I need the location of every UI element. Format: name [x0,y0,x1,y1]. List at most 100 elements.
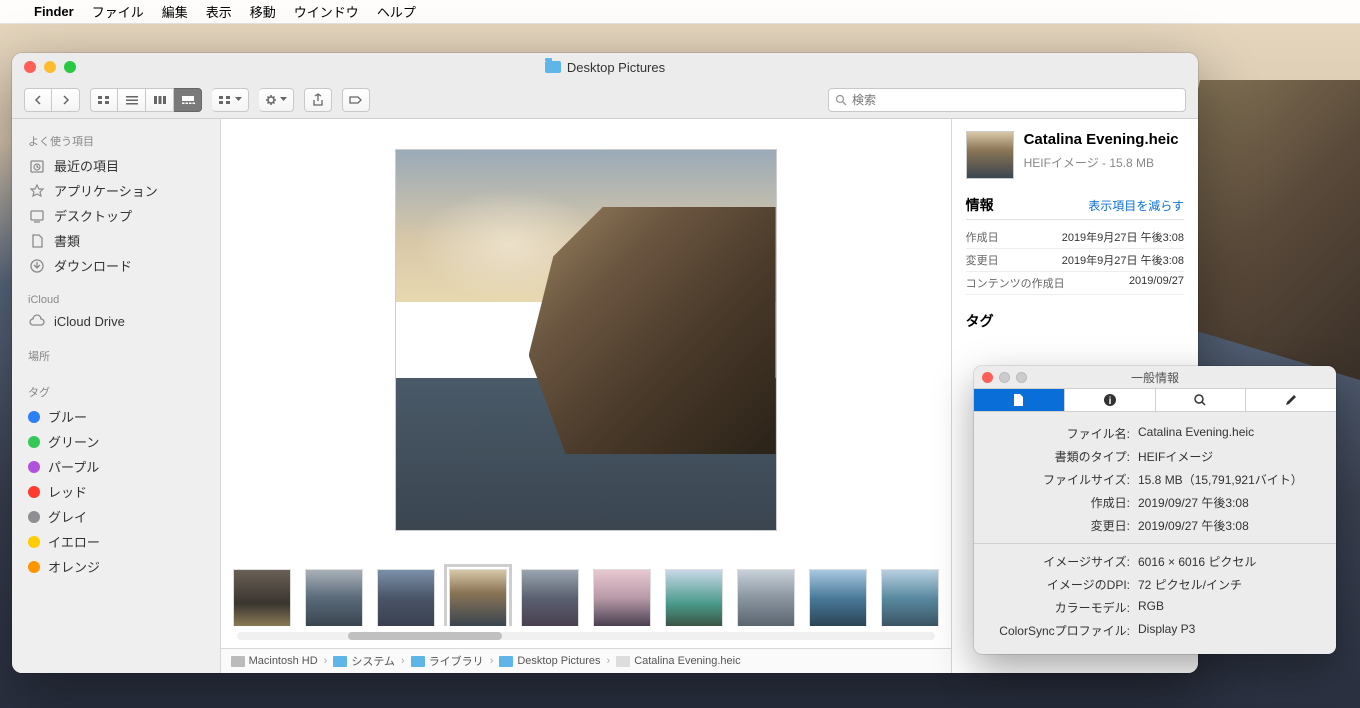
toolbar [12,81,1198,119]
share-button[interactable] [304,88,332,112]
sidebar-item-applications[interactable]: アプリケーション [12,178,220,203]
close-button[interactable] [982,372,993,383]
sidebar-tag-purple[interactable]: パープル [12,454,220,479]
apps-icon [28,183,46,199]
inspector-row: ファイル名:Catalina Evening.heic [988,422,1322,445]
info-icon: i [1103,393,1117,407]
zoom-button[interactable] [64,61,76,73]
sidebar-tag-gray[interactable]: グレイ [12,504,220,529]
svg-text:i: i [1108,396,1111,407]
inspector-row: イメージのDPI:72 ピクセル/インチ [988,573,1322,596]
path-segment[interactable]: システム [351,653,395,669]
menu-window[interactable]: ウインドウ [294,2,359,21]
menu-view[interactable]: 表示 [206,2,232,21]
info-thumbnail [966,131,1014,179]
thumbnail-selected[interactable] [449,569,507,626]
inspector-row: イメージサイズ:6016 × 6016 ピクセル [988,550,1322,573]
thumbnail[interactable] [305,569,363,626]
info-filename: Catalina Evening.heic [1024,131,1179,150]
thumbnail[interactable] [737,569,795,626]
folder-icon [411,656,425,667]
inspector-row: ColorSyncプロファイル:Display P3 [988,619,1322,642]
sidebar-tag-red[interactable]: レッド [12,479,220,504]
thumbnail[interactable] [881,569,939,626]
show-less-link[interactable]: 表示項目を減らす [1088,197,1184,214]
info-section-header: 情報 [966,195,994,215]
minimize-button[interactable] [999,372,1010,383]
view-columns-button[interactable] [146,88,174,112]
menu-help[interactable]: ヘルプ [377,2,416,21]
arrange-button[interactable] [212,88,249,112]
folder-icon [333,656,347,667]
clock-icon [28,158,46,174]
menubar: Finder ファイル 編集 表示 移動 ウインドウ ヘルプ [0,0,1360,24]
view-list-button[interactable] [118,88,146,112]
info-subtitle: HEIFイメージ - 15.8 MB [1024,154,1179,171]
search-icon [1193,393,1207,407]
tag-dot-icon [28,511,40,523]
thumbnail[interactable] [233,569,291,626]
menu-edit[interactable]: 編集 [162,2,188,21]
back-button[interactable] [24,88,52,112]
tags-button[interactable] [342,88,370,112]
inspector-row: 作成日:2019/09/27 午後3:08 [988,491,1322,514]
thumbnail-strip[interactable] [221,561,951,626]
thumbnail[interactable] [809,569,867,626]
sidebar-tag-blue[interactable]: ブルー [12,404,220,429]
path-segment[interactable]: Macintosh HD [249,655,318,667]
sidebar-item-documents[interactable]: 書類 [12,228,220,253]
inspector-window: 一般情報 i ファイル名:Catalina Evening.heic 書類のタイ… [974,366,1336,654]
minimize-button[interactable] [44,61,56,73]
forward-button[interactable] [52,88,80,112]
folder-icon [499,656,513,667]
sidebar-item-icloud-drive[interactable]: iCloud Drive [12,310,220,332]
doc-icon [28,233,46,249]
inspector-titlebar[interactable]: 一般情報 [974,366,1336,388]
sidebar-item-recents[interactable]: 最近の項目 [12,153,220,178]
close-button[interactable] [24,61,36,73]
info-row: 作成日2019年9月27日 午後3:08 [966,226,1184,249]
pathbar: Macintosh HD› システム› ライブラリ› Desktop Pictu… [221,648,951,673]
thumbnail[interactable] [665,569,723,626]
sidebar-item-desktop[interactable]: デスクトップ [12,203,220,228]
tag-dot-icon [28,561,40,573]
view-icons-button[interactable] [90,88,118,112]
search-input[interactable] [852,93,1179,107]
path-segment[interactable]: ライブラリ [429,653,484,669]
inspector-tab-info[interactable]: i [1065,389,1156,411]
zoom-button[interactable] [1016,372,1027,383]
thumbnail[interactable] [377,569,435,626]
path-segment[interactable]: Catalina Evening.heic [634,655,740,667]
inspector-tab-search[interactable] [1156,389,1247,411]
info-row: コンテンツの作成日2019/09/27 [966,272,1184,295]
thumbnail[interactable] [521,569,579,626]
inspector-tab-general[interactable] [974,389,1065,411]
inspector-row: 書類のタイプ:HEIFイメージ [988,445,1322,468]
sidebar-tag-yellow[interactable]: イエロー [12,529,220,554]
tag-dot-icon [28,461,40,473]
app-name[interactable]: Finder [34,4,74,19]
thumbnail[interactable] [593,569,651,626]
preview-image[interactable] [395,149,777,531]
window-title: Desktop Pictures [567,60,665,75]
pencil-icon [1284,393,1298,407]
search-field[interactable] [828,88,1186,112]
info-tags-header: タグ [966,311,994,331]
inspector-row: 変更日:2019/09/27 午後3:08 [988,514,1322,537]
inspector-tab-edit[interactable] [1246,389,1336,411]
sidebar-tag-orange[interactable]: オレンジ [12,554,220,579]
inspector-row: ファイルサイズ:15.8 MB（15,791,921バイト） [988,468,1322,491]
sidebar-item-downloads[interactable]: ダウンロード [12,253,220,278]
path-segment[interactable]: Desktop Pictures [517,655,600,667]
sidebar-header-tags: タグ [12,378,220,404]
sidebar-tag-green[interactable]: グリーン [12,429,220,454]
doc-icon [1013,393,1024,407]
action-button[interactable] [259,88,294,112]
search-icon [835,94,847,106]
thumbnail-scrollbar[interactable] [237,632,935,640]
sidebar: よく使う項目 最近の項目 アプリケーション デスクトップ 書類 ダウンロード i… [12,119,221,673]
menu-file[interactable]: ファイル [92,2,144,21]
view-gallery-button[interactable] [174,88,202,112]
menu-go[interactable]: 移動 [250,2,276,21]
titlebar[interactable]: Desktop Pictures [12,53,1198,81]
